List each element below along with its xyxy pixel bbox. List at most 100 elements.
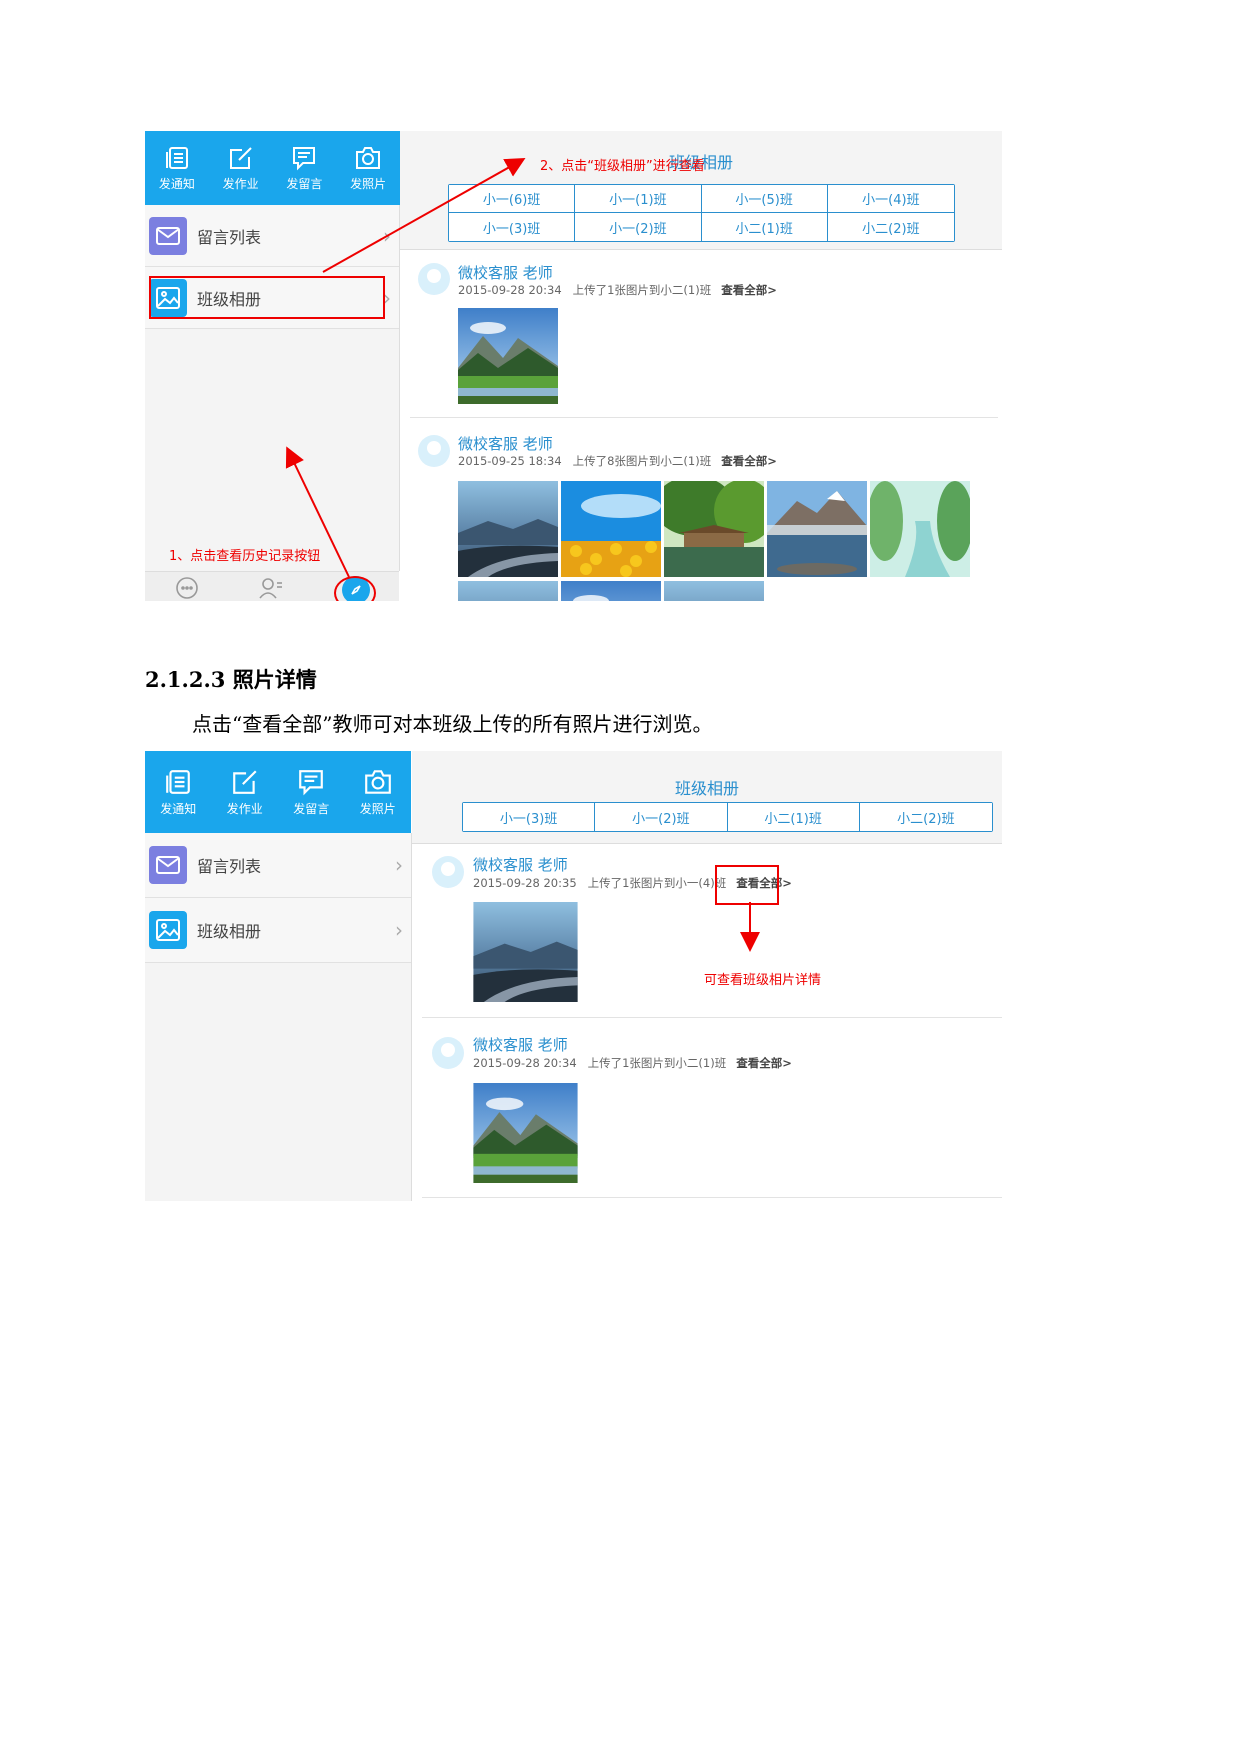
toolbar-label: 发照片 (350, 176, 387, 191)
photo-thumbnail[interactable] (767, 481, 867, 577)
highlight-album (149, 276, 385, 319)
send-notice-button[interactable]: 发通知 (145, 751, 212, 833)
post-desc: 上传了8张图片到小二(1)班 (572, 454, 712, 468)
homework-icon (229, 146, 252, 169)
chevron-right-icon: › (395, 918, 403, 942)
photo-thumbnail[interactable] (458, 308, 558, 404)
post-time: 2015-09-28 20:35 (473, 876, 577, 890)
avatar (432, 1037, 464, 1069)
post-desc: 上传了1张图片到小二(1)班 (572, 283, 712, 297)
send-message-button[interactable]: 发留言 (278, 751, 345, 833)
post-meta: 2015-09-28 20:34 上传了1张图片到小二(1)班 查看全部> (458, 282, 777, 298)
class-selector: 小一(3)班 小一(2)班 小二(1)班 小二(2)班 (462, 802, 993, 832)
send-photo-button[interactable]: 发照片 (345, 751, 412, 833)
view-all-link[interactable]: 查看全部> (721, 283, 777, 297)
post-desc: 上传了1张图片到小一(4)班 (587, 876, 727, 890)
avatar (418, 263, 450, 295)
chevron-right-icon: › (395, 853, 403, 877)
post-time: 2015-09-28 20:34 (458, 283, 562, 297)
send-homework-button[interactable]: 发作业 (212, 751, 279, 833)
homework-icon (232, 769, 257, 794)
class-tab[interactable]: 小二(2)班 (859, 803, 992, 831)
menu-label: 班级相册 (197, 922, 262, 941)
post-time: 2015-09-28 20:34 (473, 1056, 577, 1070)
annotation-detail: 可查看班级相片详情 (704, 973, 822, 988)
photo-thumbnail[interactable] (561, 581, 661, 601)
camera-icon (364, 769, 391, 794)
album-header: 班级相册 小一(6)班 小一(1)班 小一(5)班 小一(4)班 小一(3)班 … (400, 131, 1002, 250)
poster-name[interactable]: 微校客服 老师 (458, 262, 553, 283)
class-tab[interactable]: 小二(1)班 (701, 213, 828, 241)
photo-thumbnail[interactable] (458, 481, 558, 577)
menu-item-messages[interactable]: 留言列表 › (145, 205, 399, 267)
post-meta: 2015-09-28 20:34 上传了1张图片到小二(1)班 查看全部> (473, 1055, 792, 1071)
poster-name[interactable]: 微校客服 老师 (473, 1034, 568, 1055)
photo-thumbnail[interactable] (473, 902, 578, 1002)
class-tab[interactable]: 小一(2)班 (595, 803, 728, 831)
menu-label: 留言列表 (197, 857, 262, 876)
annotation-history: 1、点击查看历史记录按钮 (169, 549, 321, 564)
send-photo-button[interactable]: 发照片 (336, 131, 400, 205)
poster-name[interactable]: 微校客服 老师 (473, 854, 568, 875)
class-tab[interactable]: 小二(2)班 (827, 213, 954, 241)
album-post: 微校客服 老师 2015-09-28 20:34 上传了1张图片到小二(1)班查… (422, 1019, 1002, 1198)
view-all-link[interactable]: 查看全部> (736, 1056, 792, 1070)
message-icon (299, 769, 324, 795)
album-post: 微校客服 老师 2015-09-25 18:34 上传了8张图片到小二(1)班查… (410, 421, 1002, 601)
avatar (418, 435, 450, 467)
highlight-view-all (715, 865, 779, 905)
class-tab[interactable]: 小一(6)班 (449, 185, 576, 213)
post-time: 2015-09-25 18:34 (458, 454, 562, 468)
album-post: 微校客服 老师 2015-09-28 20:35 上传了1张图片到小一(4)班查… (422, 844, 1002, 1018)
album-title: 班级相册 (674, 779, 739, 798)
chat-icon[interactable] (174, 574, 200, 600)
photo-thumbnail[interactable] (473, 1083, 578, 1183)
toolbar-label: 发留言 (293, 801, 330, 816)
photo-thumbnail[interactable] (870, 481, 970, 577)
view-all-link[interactable]: 查看全部> (721, 454, 777, 468)
menu-label: 留言列表 (197, 227, 262, 247)
class-tab[interactable]: 小一(3)班 (449, 213, 576, 241)
class-tab[interactable]: 小一(5)班 (701, 185, 828, 213)
photo-thumbnail[interactable] (664, 481, 764, 577)
post-desc: 上传了1张图片到小二(1)班 (587, 1056, 727, 1070)
photo-thumbnail[interactable] (458, 581, 558, 601)
class-tab[interactable]: 小一(2)班 (575, 213, 702, 241)
send-notice-button[interactable]: 发通知 (145, 131, 209, 205)
menu-item-messages[interactable]: 留言列表 › (145, 833, 411, 898)
send-message-button[interactable]: 发留言 (273, 131, 337, 205)
notice-icon (166, 769, 191, 794)
notice-icon (165, 146, 188, 169)
screenshot-2: 发通知 发作业 发留言 发照片 留言列表 › 班级相册 › 班级相册 小一(3)… (145, 751, 1002, 1201)
photo-thumbnail[interactable] (664, 581, 764, 601)
class-tab[interactable]: 小一(3)班 (463, 803, 596, 831)
class-tab[interactable]: 小一(4)班 (827, 185, 954, 213)
album-header: 班级相册 小一(3)班 小一(2)班 小二(1)班 小二(2)班 (412, 751, 1002, 844)
menu-item-album[interactable]: 班级相册 › (145, 898, 411, 963)
class-tab[interactable]: 小二(1)班 (727, 803, 860, 831)
toolbar-label: 发作业 (226, 801, 263, 816)
section-paragraph: 点击“查看全部”教师可对本班级上传的所有照片进行浏览。 (192, 712, 713, 736)
toolbar-label: 发照片 (359, 801, 396, 816)
toolbar-label: 发通知 (160, 801, 197, 816)
avatar (432, 856, 464, 888)
top-toolbar: 发通知 发作业 发留言 发照片 (145, 131, 400, 205)
send-homework-button[interactable]: 发作业 (209, 131, 273, 205)
class-selector: 小一(6)班 小一(1)班 小一(5)班 小一(4)班 小一(3)班 小一(2)… (448, 184, 955, 242)
contacts-icon[interactable] (258, 574, 284, 600)
annotation-album: 2、点击“班级相册”进行查看 (540, 159, 705, 174)
toolbar-label: 发留言 (286, 176, 323, 191)
toolbar-label: 发作业 (222, 176, 259, 191)
section-heading: 2.1.2.3 照片详情 (145, 667, 317, 692)
class-tab[interactable]: 小一(1)班 (575, 185, 702, 213)
camera-icon (356, 146, 381, 169)
sidebar: 留言列表 › 班级相册 › (145, 205, 400, 571)
poster-name[interactable]: 微校客服 老师 (458, 433, 553, 454)
photo-thumbnail[interactable] (561, 481, 661, 577)
mail-icon (149, 846, 187, 884)
image-icon (149, 911, 187, 949)
toolbar-label: 发通知 (158, 176, 195, 191)
album-panel: 班级相册 小一(6)班 小一(1)班 小一(5)班 小一(4)班 小一(3)班 … (400, 131, 1002, 601)
message-icon (293, 146, 316, 170)
sidebar: 留言列表 › 班级相册 › (145, 833, 412, 1201)
